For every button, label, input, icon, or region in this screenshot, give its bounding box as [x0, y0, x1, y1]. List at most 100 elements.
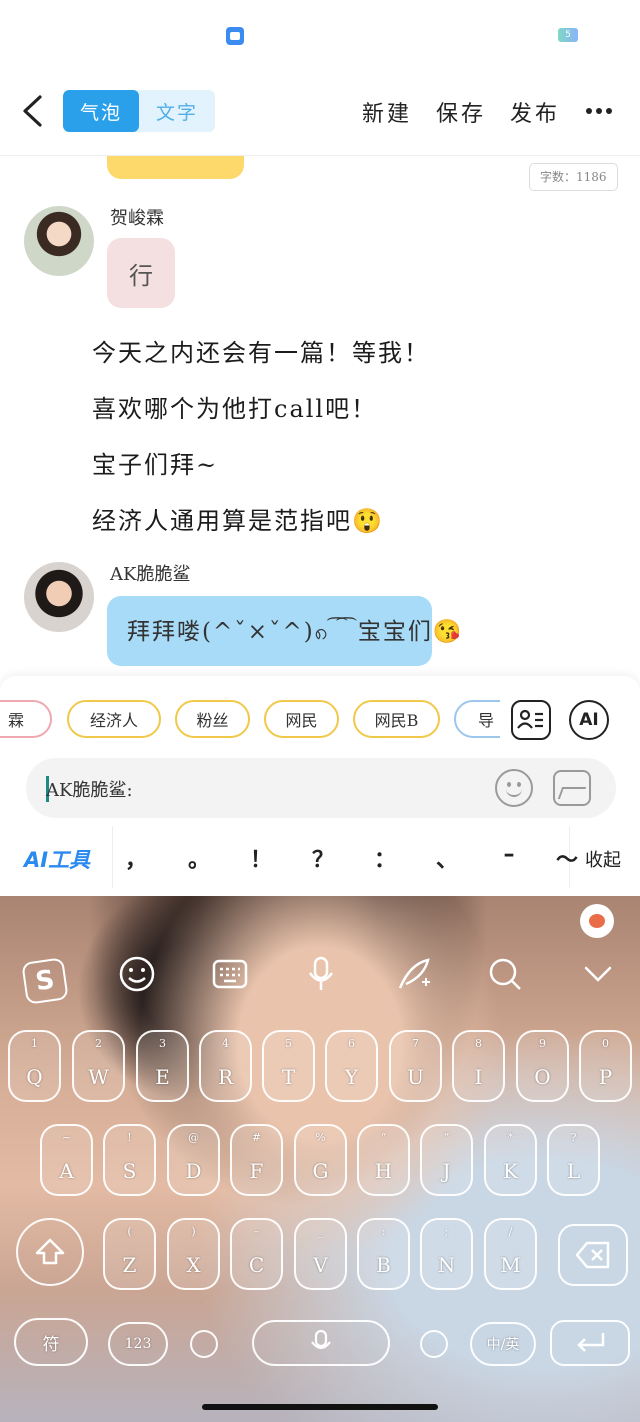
key-z[interactable]: (Z: [103, 1218, 156, 1290]
avatar[interactable]: [24, 562, 94, 632]
sender-name: 贺峻霖: [110, 208, 164, 229]
role-chip[interactable]: 霖: [0, 700, 52, 738]
chat-area[interactable]: 字数：1186 贺峻霖 行 今天之内还会有一篇！等我！ 喜欢哪个为他打call吧…: [0, 156, 640, 676]
key-o[interactable]: 9O: [516, 1030, 569, 1102]
key-q[interactable]: 1Q: [8, 1030, 61, 1102]
tab-text-mode[interactable]: 文字: [139, 90, 215, 132]
key-j[interactable]: ” J: [420, 1124, 473, 1196]
keyboard-mascot-icon[interactable]: [580, 904, 614, 938]
back-icon[interactable]: [20, 94, 44, 128]
punctuation-key[interactable]: ？: [308, 842, 338, 874]
key-l[interactable]: ? L: [547, 1124, 600, 1196]
shift-key[interactable]: [16, 1218, 84, 1286]
punctuation-strip: ， 。 ！ ？ ： 、 – ～: [112, 826, 578, 888]
microphone-icon[interactable]: [301, 954, 341, 994]
status-bar: 5: [0, 0, 640, 70]
hide-keyboard-icon[interactable]: [578, 954, 618, 994]
message-input[interactable]: AK脆脆鲨:: [26, 758, 616, 818]
message-bubble[interactable]: 拜拜喽(^ˇ×ˇ^)၈ ͡ ͡ 宝宝们😘: [107, 596, 461, 666]
top-toolbar: 气泡 文字 新建 保存 发布: [0, 80, 640, 142]
ai-tool-button[interactable]: AI工具: [24, 844, 90, 874]
more-icon[interactable]: [585, 102, 613, 120]
punctuation-key[interactable]: ！: [246, 842, 276, 874]
language-switch-key[interactable]: 中/英: [470, 1322, 536, 1366]
punctuation-key[interactable]: ～: [552, 842, 582, 874]
period-key[interactable]: [420, 1330, 448, 1358]
symbol-key[interactable]: 符: [14, 1318, 88, 1366]
char-count-badge: 字数：1186: [529, 163, 618, 191]
narration-line[interactable]: 喜欢哪个为他打call吧！: [92, 389, 377, 424]
keyboard-layout-icon[interactable]: [210, 954, 250, 994]
space-key[interactable]: [252, 1320, 390, 1366]
key-c[interactable]: – C: [230, 1218, 283, 1290]
punctuation-key[interactable]: ，: [121, 842, 151, 874]
role-chip[interactable]: 网民B: [353, 700, 440, 738]
save-button[interactable]: 保存: [436, 96, 486, 128]
emoji-icon[interactable]: [117, 954, 157, 994]
role-chip-row: 霖 经济人 粉丝 网民 网民B 导: [0, 700, 500, 740]
narration-line[interactable]: 经济人通用算是范指吧😲: [92, 501, 384, 536]
collapse-button[interactable]: 收起: [585, 846, 621, 872]
backspace-icon: [575, 1241, 610, 1269]
key-x[interactable]: ) X: [167, 1218, 220, 1290]
key-n[interactable]: ; N: [420, 1218, 473, 1290]
enter-icon: [577, 1333, 605, 1352]
punctuation-key[interactable]: 。: [184, 842, 214, 874]
key-d[interactable]: @ D: [167, 1124, 220, 1196]
message-bubble[interactable]: 行: [107, 238, 175, 308]
role-list-icon[interactable]: [511, 700, 551, 740]
mode-toggle: 气泡 文字: [63, 90, 215, 132]
previous-message-bubble[interactable]: [107, 156, 244, 179]
microphone-icon: [311, 1329, 331, 1350]
role-chip[interactable]: 经济人: [67, 700, 161, 738]
search-icon[interactable]: [485, 954, 525, 994]
narration-line[interactable]: 今天之内还会有一篇！等我！: [92, 333, 430, 368]
new-button[interactable]: 新建: [362, 96, 412, 128]
avatar[interactable]: [24, 206, 94, 276]
number-key[interactable]: 123: [108, 1322, 168, 1366]
key-w[interactable]: 2W: [72, 1030, 125, 1102]
comma-key[interactable]: [190, 1330, 218, 1358]
role-chip[interactable]: 网民: [264, 700, 339, 738]
key-r[interactable]: 4R: [199, 1030, 252, 1102]
punctuation-key[interactable]: –: [494, 842, 524, 867]
key-e[interactable]: 3E: [136, 1030, 189, 1102]
backspace-key[interactable]: [558, 1224, 628, 1286]
ai-assistant-button[interactable]: AI: [569, 700, 609, 740]
publish-button[interactable]: 发布: [510, 96, 560, 128]
punctuation-key[interactable]: 、: [432, 842, 462, 874]
handwriting-icon[interactable]: [394, 954, 434, 994]
narration-line[interactable]: 宝子们拜~: [92, 445, 218, 480]
soft-keyboard: S 1Q 2W 3E 4R 5T 6Y 7U 8I 9O 0P ~ A ! S @ D…: [0, 896, 640, 1422]
emoji-icon[interactable]: [495, 769, 533, 807]
keyboard-logo-icon[interactable]: S: [21, 957, 69, 1005]
contact-card-icon: [517, 709, 543, 729]
app-notification-icon: [226, 27, 244, 45]
key-t[interactable]: 5T: [262, 1030, 315, 1102]
sender-name: AK脆脆鲨: [110, 564, 191, 585]
tab-bubble-mode[interactable]: 气泡: [63, 90, 139, 132]
enter-key[interactable]: [550, 1320, 630, 1366]
home-indicator[interactable]: [202, 1404, 438, 1410]
key-v[interactable]: _ V: [294, 1218, 347, 1290]
battery-icon: 5: [558, 28, 578, 42]
key-f[interactable]: # F: [230, 1124, 283, 1196]
composer-panel: 霖 经济人 粉丝 网民 网民B 导 AI AK脆脆鲨: AI工具 ， 。 ！ ？…: [0, 676, 640, 896]
key-a[interactable]: ~ A: [40, 1124, 93, 1196]
role-chip[interactable]: 粉丝: [175, 700, 250, 738]
input-value: AK脆脆鲨:: [46, 780, 133, 801]
key-k[interactable]: * K: [484, 1124, 537, 1196]
punctuation-row: AI工具 ， 。 ！ ？ ： 、 – ～ 收起: [0, 826, 640, 888]
key-b[interactable]: :B: [357, 1218, 410, 1290]
key-g[interactable]: % G: [294, 1124, 347, 1196]
role-chip[interactable]: 导: [454, 700, 500, 738]
key-s[interactable]: ! S: [103, 1124, 156, 1196]
image-icon[interactable]: [553, 770, 591, 806]
key-y[interactable]: 6Y: [325, 1030, 378, 1102]
key-i[interactable]: 8I: [452, 1030, 505, 1102]
punctuation-key[interactable]: ：: [370, 842, 400, 874]
key-h[interactable]: “H: [357, 1124, 410, 1196]
key-m[interactable]: / M: [484, 1218, 537, 1290]
key-p[interactable]: 0P: [579, 1030, 632, 1102]
key-u[interactable]: 7U: [389, 1030, 442, 1102]
